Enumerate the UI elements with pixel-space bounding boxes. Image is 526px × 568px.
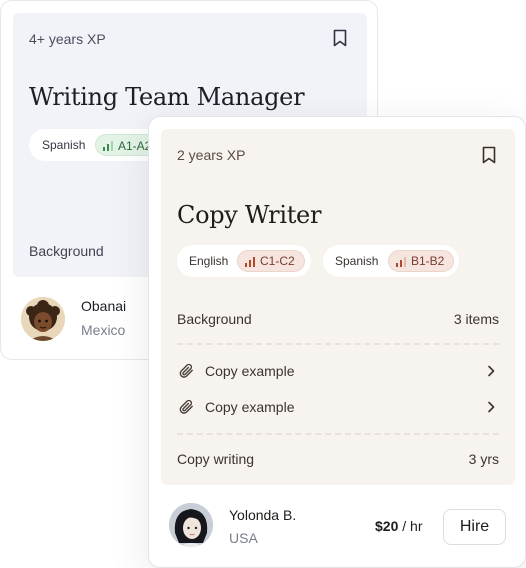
avatar xyxy=(169,503,213,547)
paperclip-icon xyxy=(179,363,193,378)
role-panel: 2 years XP Copy Writer English C1-C2 Spa… xyxy=(161,129,515,485)
language-pill-english: English C1-C2 xyxy=(177,245,311,277)
experience-label: 4+ years XP xyxy=(29,31,106,47)
candidate-country: Mexico xyxy=(81,322,126,338)
background-count: 3 items xyxy=(453,311,499,327)
hourly-rate: $20 / hr xyxy=(375,518,422,534)
bookmark-icon[interactable] xyxy=(333,29,347,47)
language-name: English xyxy=(189,254,229,268)
background-label: Background xyxy=(29,243,104,259)
language-name: Spanish xyxy=(335,254,379,268)
attachment-item[interactable]: Copy example xyxy=(177,396,499,420)
divider xyxy=(177,433,499,435)
skill-label: Copy writing xyxy=(177,451,255,467)
attachment-label: Copy example xyxy=(205,363,295,379)
candidate-name: Obanai xyxy=(81,298,127,314)
language-level: C1-C2 xyxy=(260,254,295,268)
rate-unit: / hr xyxy=(398,518,423,534)
chevron-right-icon xyxy=(488,365,495,377)
avatar-illustration xyxy=(169,503,213,547)
signal-bars-icon xyxy=(245,257,255,267)
language-level: B1-B2 xyxy=(411,254,445,268)
language-level: A1-A2 xyxy=(118,139,152,153)
attachment-item[interactable]: Copy example xyxy=(177,360,499,384)
bookmark-icon[interactable] xyxy=(482,146,496,164)
role-title: Writing Team Manager xyxy=(29,83,305,111)
chevron-right-icon xyxy=(488,401,495,413)
language-level-badge: C1-C2 xyxy=(237,250,305,272)
background-label: Background xyxy=(177,311,252,327)
rate-amount: $20 xyxy=(375,518,399,534)
paperclip-icon xyxy=(179,399,193,414)
hire-button[interactable]: Hire xyxy=(443,509,506,545)
language-level-badge: B1-B2 xyxy=(388,250,455,272)
experience-label: 2 years XP xyxy=(177,147,246,163)
attachment-label: Copy example xyxy=(205,399,295,415)
language-name: Spanish xyxy=(42,138,86,152)
skill-years: 3 yrs xyxy=(468,451,499,467)
avatar xyxy=(21,297,65,341)
avatar-illustration xyxy=(21,297,65,341)
signal-bars-icon xyxy=(103,141,113,151)
candidate-country: USA xyxy=(229,530,258,546)
language-pill-spanish: Spanish B1-B2 xyxy=(323,245,459,277)
candidate-card-front[interactable]: 2 years XP Copy Writer English C1-C2 Spa… xyxy=(148,116,526,568)
signal-bars-icon xyxy=(396,257,406,267)
divider xyxy=(177,343,499,345)
candidate-name: Yolonda B. xyxy=(229,507,297,523)
role-title: Copy Writer xyxy=(177,201,322,229)
